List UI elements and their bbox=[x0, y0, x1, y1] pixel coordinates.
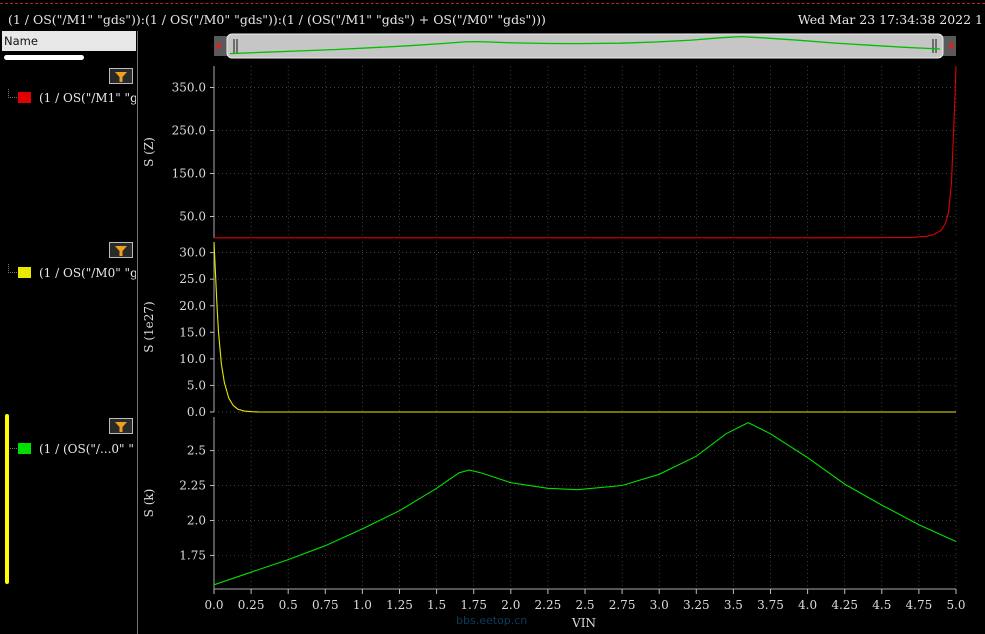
x-tick-label: 4.25 bbox=[831, 598, 858, 612]
y-axis-label: S (Z) bbox=[142, 137, 156, 167]
x-tick-label: 2.75 bbox=[609, 598, 636, 612]
y-tick-label: 20.0 bbox=[179, 299, 206, 313]
x-tick-label: 1.0 bbox=[353, 598, 372, 612]
y-tick-label: 10.0 bbox=[179, 352, 206, 366]
y-tick-label: 350.0 bbox=[172, 81, 206, 95]
y-tick-label: 2.0 bbox=[187, 513, 206, 527]
x-tick-label: 0.75 bbox=[312, 598, 339, 612]
y-tick-label: 2.25 bbox=[179, 479, 206, 493]
x-tick-label: 3.25 bbox=[683, 598, 710, 612]
y-tick-label: 5.0 bbox=[187, 378, 206, 392]
x-tick-label: 3.5 bbox=[724, 598, 743, 612]
y-tick-label: 50.0 bbox=[179, 210, 206, 224]
x-tick-label: 0.5 bbox=[279, 598, 298, 612]
series-line-0[interactable] bbox=[214, 65, 957, 239]
x-tick-label: 1.25 bbox=[386, 598, 413, 612]
y-tick-label: 150.0 bbox=[172, 167, 206, 181]
x-tick-label: 1.5 bbox=[427, 598, 446, 612]
x-tick-label: 0.0 bbox=[204, 598, 223, 612]
y-axis-label: S (1e27) bbox=[142, 301, 156, 352]
x-tick-label: 5.0 bbox=[946, 598, 965, 612]
x-axis-label: VIN bbox=[571, 616, 596, 630]
y-tick-label: 25.0 bbox=[179, 272, 206, 286]
x-tick-label: 3.75 bbox=[757, 598, 784, 612]
y-axis-label: S (k) bbox=[142, 489, 156, 518]
y-tick-label: 250.0 bbox=[172, 124, 206, 138]
x-tick-label: 4.75 bbox=[906, 598, 933, 612]
x-tick-label: 2.5 bbox=[575, 598, 594, 612]
y-tick-label: 30.0 bbox=[179, 246, 206, 260]
x-tick-label: 4.0 bbox=[798, 598, 817, 612]
series-line-2[interactable] bbox=[213, 421, 957, 586]
y-tick-label: 2.5 bbox=[187, 444, 206, 458]
x-tick-label: 3.0 bbox=[650, 598, 669, 612]
x-tick-label: 1.75 bbox=[460, 598, 487, 612]
y-tick-label: 15.0 bbox=[179, 325, 206, 339]
waveform-plots: 50.0 150.0 250.0 350.0 S (Z) 0.0 5.0 10.0 15.0 20… bbox=[142, 65, 966, 630]
y-tick-label: 0.0 bbox=[187, 405, 206, 419]
x-tick-label: 4.5 bbox=[872, 598, 891, 612]
y-tick-label: 1.75 bbox=[179, 548, 206, 562]
x-tick-label: 0.25 bbox=[238, 598, 265, 612]
watermark: bbs.eetop.cn bbox=[456, 614, 528, 627]
x-tick-label: 2.25 bbox=[535, 598, 562, 612]
x-tick-label: 2.0 bbox=[501, 598, 520, 612]
